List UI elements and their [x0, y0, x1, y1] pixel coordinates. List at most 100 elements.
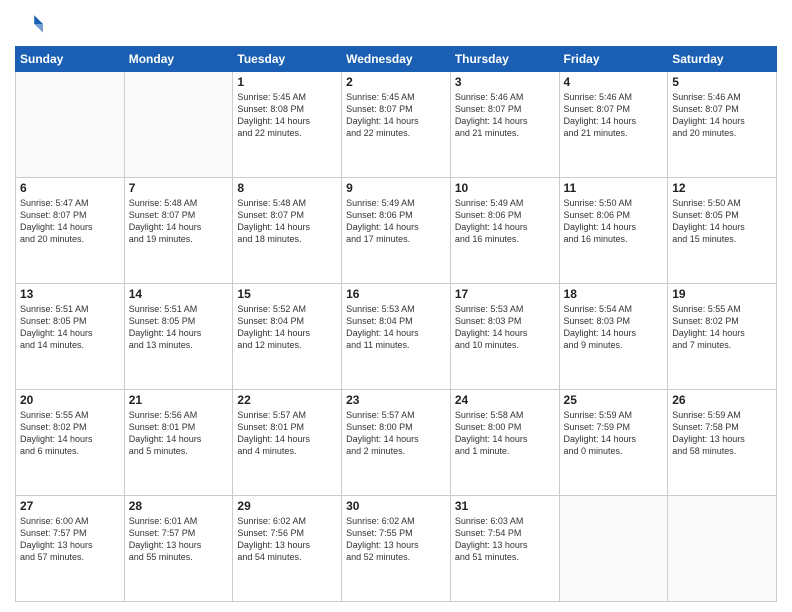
calendar-cell: 28Sunrise: 6:01 AM Sunset: 7:57 PM Dayli… [124, 496, 233, 602]
calendar-cell: 30 Sunrise: 6:02 AM Sunset: 7:55 PM Dayli… [342, 496, 451, 602]
calendar-cell: 18 Sunrise: 5:54 AM Sunset: 8:03 PM Dayli… [559, 284, 668, 390]
day-info: Sunrise: 5:47 AM Sunset: 8:07 PM Dayligh… [20, 197, 120, 246]
page-container: SundayMondayTuesdayWednesdayThursdayFrid… [0, 0, 792, 612]
calendar-cell: 9 Sunrise: 5:49 AM Sunset: 8:06 PM Daylig… [342, 178, 451, 284]
calendar-cell: 21 Sunrise: 5:56 AM Sunset: 8:01 PM Dayli… [124, 390, 233, 496]
day-number: 30 [346, 499, 446, 513]
calendar-cell: 27 Sunrise: 6:00 AM Sunset: 7:57 PM Dayli… [16, 496, 125, 602]
day-number: 24 [455, 393, 555, 407]
day-number: 18 [564, 287, 664, 301]
day-info: Sunrise: 5:51 AM Sunset: 8:05 PM Dayligh… [20, 303, 120, 352]
day-number: 6 [20, 181, 120, 195]
day-info: Sunrise: 6:02 AM Sunset: 7:56 PM Dayligh… [237, 515, 337, 564]
day-number: 23 [346, 393, 446, 407]
calendar-day-header: Thursday [450, 47, 559, 72]
day-info: Sunrise: 5:46 AM Sunset: 8:07 PM Dayligh… [455, 91, 555, 140]
day-number: 27 [20, 499, 120, 513]
day-number: 1 [237, 75, 337, 89]
day-info: Sunrise: 5:45 AM Sunset: 8:07 PM Dayligh… [346, 91, 446, 140]
calendar-day-header: Saturday [668, 47, 777, 72]
calendar-cell: 13 Sunrise: 5:51 AM Sunset: 8:05 PM Dayli… [16, 284, 125, 390]
day-info: Sunrise: 5:49 AM Sunset: 8:06 PM Dayligh… [455, 197, 555, 246]
calendar-cell: 10 Sunrise: 5:49 AM Sunset: 8:06 PM Dayli… [450, 178, 559, 284]
calendar-week-row: 20Sunrise: 5:55 AM Sunset: 8:02 PM Dayli… [16, 390, 777, 496]
calendar-day-header: Tuesday [233, 47, 342, 72]
day-info: Sunrise: 5:59 AM Sunset: 7:59 PM Dayligh… [564, 409, 664, 458]
calendar-cell: 14 Sunrise: 5:51 AM Sunset: 8:05 PM Dayli… [124, 284, 233, 390]
calendar-table: SundayMondayTuesdayWednesdayThursdayFrid… [15, 46, 777, 602]
day-info: Sunrise: 5:49 AM Sunset: 8:06 PM Dayligh… [346, 197, 446, 246]
day-info: Sunrise: 5:56 AM Sunset: 8:01 PM Dayligh… [129, 409, 229, 458]
day-info: Sunrise: 5:58 AM Sunset: 8:00 PM Dayligh… [455, 409, 555, 458]
day-info: Sunrise: 6:03 AM Sunset: 7:54 PM Dayligh… [455, 515, 555, 564]
day-number: 5 [672, 75, 772, 89]
day-info: Sunrise: 5:46 AM Sunset: 8:07 PM Dayligh… [564, 91, 664, 140]
day-number: 21 [129, 393, 229, 407]
logo-icon [15, 10, 43, 38]
day-info: Sunrise: 5:57 AM Sunset: 8:00 PM Dayligh… [346, 409, 446, 458]
calendar-cell: 7 Sunrise: 5:48 AM Sunset: 8:07 PM Daylig… [124, 178, 233, 284]
calendar-day-header: Sunday [16, 47, 125, 72]
day-number: 28 [129, 499, 229, 513]
calendar-day-header: Monday [124, 47, 233, 72]
calendar-cell: 11Sunrise: 5:50 AM Sunset: 8:06 PM Dayli… [559, 178, 668, 284]
day-info: Sunrise: 5:59 AM Sunset: 7:58 PM Dayligh… [672, 409, 772, 458]
logo [15, 10, 47, 38]
calendar-day-header: Wednesday [342, 47, 451, 72]
day-info: Sunrise: 5:51 AM Sunset: 8:05 PM Dayligh… [129, 303, 229, 352]
day-info: Sunrise: 6:02 AM Sunset: 7:55 PM Dayligh… [346, 515, 446, 564]
calendar-cell: 6 Sunrise: 5:47 AM Sunset: 8:07 PM Daylig… [16, 178, 125, 284]
day-info: Sunrise: 5:55 AM Sunset: 8:02 PM Dayligh… [20, 409, 120, 458]
calendar-cell [559, 496, 668, 602]
calendar-cell: 15 Sunrise: 5:52 AM Sunset: 8:04 PM Dayli… [233, 284, 342, 390]
calendar-cell: 16Sunrise: 5:53 AM Sunset: 8:04 PM Dayli… [342, 284, 451, 390]
day-number: 26 [672, 393, 772, 407]
calendar-cell: 25 Sunrise: 5:59 AM Sunset: 7:59 PM Dayli… [559, 390, 668, 496]
day-number: 29 [237, 499, 337, 513]
day-info: Sunrise: 5:53 AM Sunset: 8:03 PM Dayligh… [455, 303, 555, 352]
day-info: Sunrise: 5:50 AM Sunset: 8:05 PM Dayligh… [672, 197, 772, 246]
calendar-week-row: 27 Sunrise: 6:00 AM Sunset: 7:57 PM Dayli… [16, 496, 777, 602]
day-info: Sunrise: 5:46 AM Sunset: 8:07 PM Dayligh… [672, 91, 772, 140]
calendar-cell: 26 Sunrise: 5:59 AM Sunset: 7:58 PM Dayli… [668, 390, 777, 496]
calendar-header-row: SundayMondayTuesdayWednesdayThursdayFrid… [16, 47, 777, 72]
calendar-week-row: 6 Sunrise: 5:47 AM Sunset: 8:07 PM Daylig… [16, 178, 777, 284]
calendar-cell: 20Sunrise: 5:55 AM Sunset: 8:02 PM Dayli… [16, 390, 125, 496]
day-info: Sunrise: 5:48 AM Sunset: 8:07 PM Dayligh… [129, 197, 229, 246]
day-number: 25 [564, 393, 664, 407]
day-number: 15 [237, 287, 337, 301]
day-number: 13 [20, 287, 120, 301]
day-info: Sunrise: 5:57 AM Sunset: 8:01 PM Dayligh… [237, 409, 337, 458]
day-info: Sunrise: 5:53 AM Sunset: 8:04 PM Dayligh… [346, 303, 446, 352]
day-info: Sunrise: 5:55 AM Sunset: 8:02 PM Dayligh… [672, 303, 772, 352]
calendar-cell: 17Sunrise: 5:53 AM Sunset: 8:03 PM Dayli… [450, 284, 559, 390]
day-number: 8 [237, 181, 337, 195]
day-info: Sunrise: 5:54 AM Sunset: 8:03 PM Dayligh… [564, 303, 664, 352]
day-info: Sunrise: 6:00 AM Sunset: 7:57 PM Dayligh… [20, 515, 120, 564]
calendar-cell: 2Sunrise: 5:45 AM Sunset: 8:07 PM Daylig… [342, 72, 451, 178]
calendar-cell: 23 Sunrise: 5:57 AM Sunset: 8:00 PM Dayli… [342, 390, 451, 496]
day-number: 9 [346, 181, 446, 195]
calendar-cell: 5 Sunrise: 5:46 AM Sunset: 8:07 PM Daylig… [668, 72, 777, 178]
calendar-cell: 3 Sunrise: 5:46 AM Sunset: 8:07 PM Daylig… [450, 72, 559, 178]
day-number: 7 [129, 181, 229, 195]
day-number: 4 [564, 75, 664, 89]
calendar-cell [668, 496, 777, 602]
day-number: 22 [237, 393, 337, 407]
day-number: 31 [455, 499, 555, 513]
calendar-cell: 22 Sunrise: 5:57 AM Sunset: 8:01 PM Dayli… [233, 390, 342, 496]
day-info: Sunrise: 5:45 AM Sunset: 8:08 PM Dayligh… [237, 91, 337, 140]
day-number: 11 [564, 181, 664, 195]
day-number: 12 [672, 181, 772, 195]
day-info: Sunrise: 5:48 AM Sunset: 8:07 PM Dayligh… [237, 197, 337, 246]
calendar-cell: 4 Sunrise: 5:46 AM Sunset: 8:07 PM Daylig… [559, 72, 668, 178]
calendar-day-header: Friday [559, 47, 668, 72]
day-number: 19 [672, 287, 772, 301]
calendar-cell: 29 Sunrise: 6:02 AM Sunset: 7:56 PM Dayli… [233, 496, 342, 602]
calendar-cell [124, 72, 233, 178]
day-number: 10 [455, 181, 555, 195]
calendar-cell: 19 Sunrise: 5:55 AM Sunset: 8:02 PM Dayli… [668, 284, 777, 390]
day-info: Sunrise: 5:52 AM Sunset: 8:04 PM Dayligh… [237, 303, 337, 352]
day-number: 14 [129, 287, 229, 301]
day-number: 3 [455, 75, 555, 89]
